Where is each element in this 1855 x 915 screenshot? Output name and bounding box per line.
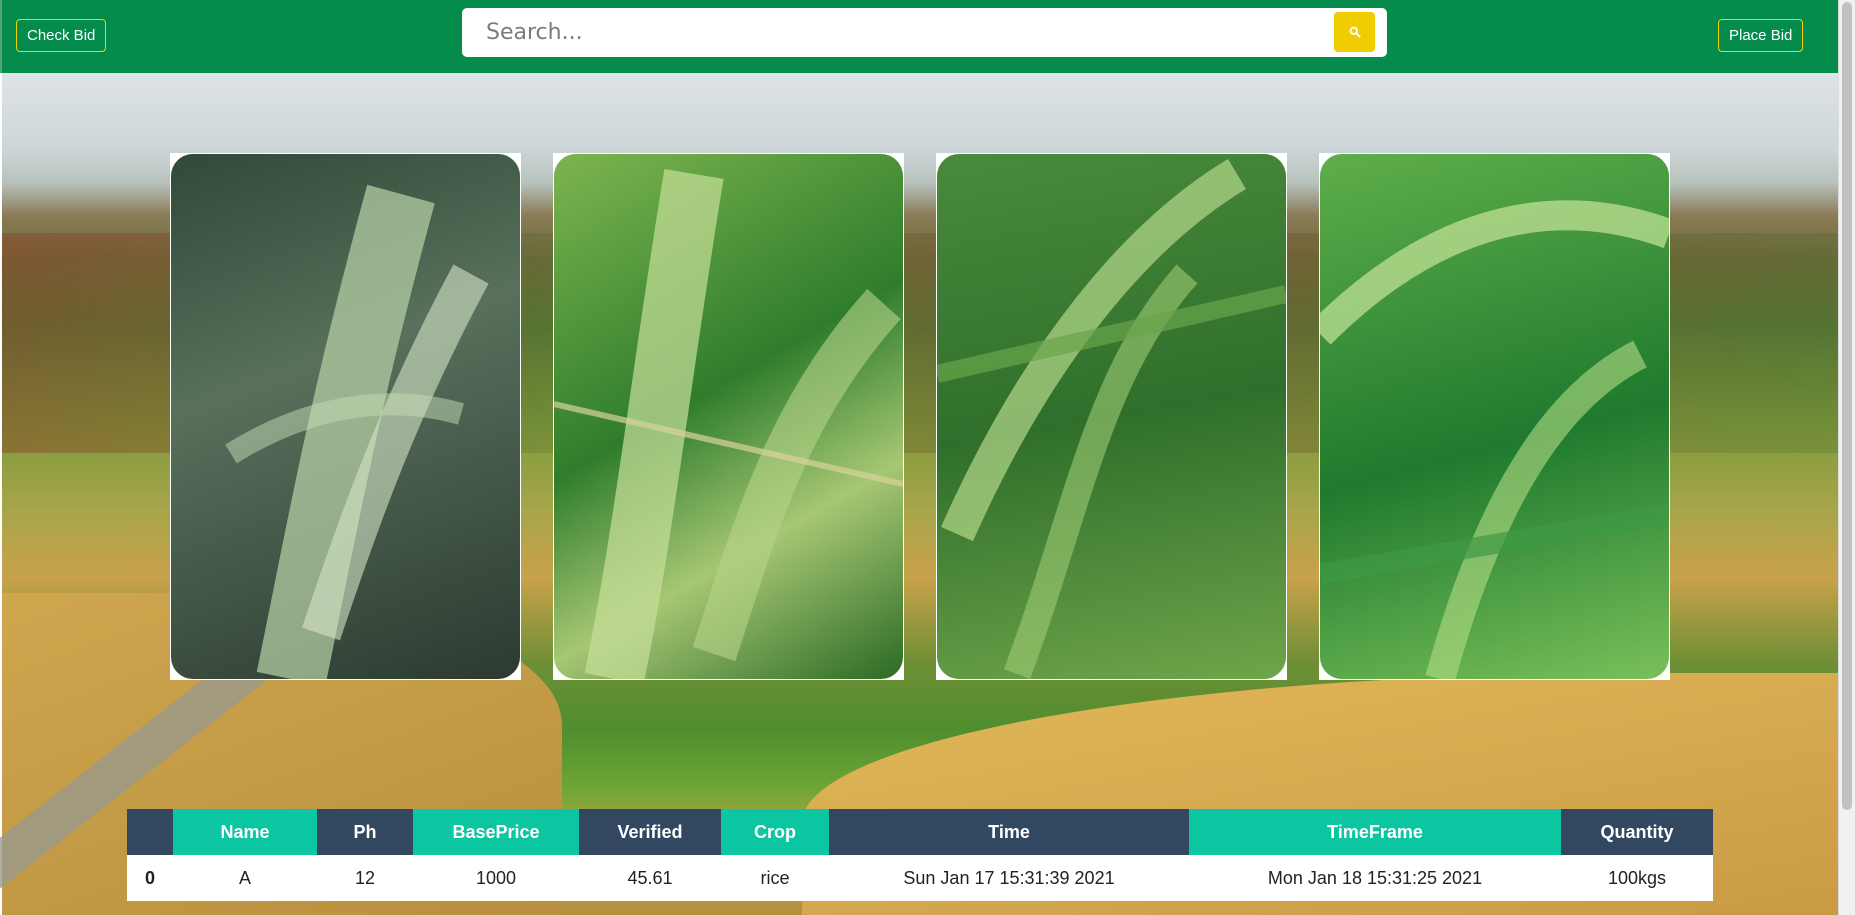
scrollbar-thumb[interactable] — [1842, 2, 1852, 810]
bids-table: Name Ph BasePrice Verified Crop Time Tim… — [127, 809, 1713, 901]
table-header-row: Name Ph BasePrice Verified Crop Time Tim… — [127, 809, 1713, 855]
cell-crop: rice — [721, 855, 829, 901]
column-header-time: Time — [829, 809, 1189, 855]
crop-card[interactable] — [936, 153, 1287, 680]
page: Check Bid Place Bid — [0, 0, 1838, 915]
column-header-crop: Crop — [721, 809, 829, 855]
table-row[interactable]: 0 A 12 1000 45.61 rice Sun Jan 17 15:31:… — [127, 855, 1713, 901]
cell-baseprice: 1000 — [413, 855, 579, 901]
search-bar — [462, 8, 1387, 57]
column-header-timeframe: TimeFrame — [1189, 809, 1561, 855]
column-header-baseprice: BasePrice — [413, 809, 579, 855]
search-button[interactable] — [1334, 12, 1375, 52]
cell-verified: 45.61 — [579, 855, 721, 901]
search-icon — [1349, 26, 1361, 38]
rice-flower-image — [171, 154, 520, 679]
vertical-scrollbar[interactable] — [1838, 0, 1855, 915]
cell-time: Sun Jan 17 15:31:39 2021 — [829, 855, 1189, 901]
rice-grain-image — [554, 154, 903, 679]
rice-plant-image — [937, 154, 1286, 679]
cell-ph: 12 — [317, 855, 413, 901]
column-header-name: Name — [173, 809, 317, 855]
cell-quantity: 100kgs — [1561, 855, 1713, 901]
cell-name: A — [173, 855, 317, 901]
column-header-verified: Verified — [579, 809, 721, 855]
column-header-index — [127, 809, 173, 855]
place-bid-button[interactable]: Place Bid — [1718, 19, 1804, 52]
column-header-ph: Ph — [317, 809, 413, 855]
cell-index: 0 — [127, 855, 173, 901]
rice-panicle-image — [1320, 154, 1669, 679]
cell-timeframe: Mon Jan 18 15:31:25 2021 — [1189, 855, 1561, 901]
crop-card[interactable] — [1319, 153, 1670, 680]
navbar: Check Bid Place Bid — [0, 0, 1838, 73]
crop-card[interactable] — [553, 153, 904, 680]
search-input[interactable] — [462, 8, 1322, 57]
crop-card[interactable] — [170, 153, 521, 680]
column-header-quantity: Quantity — [1561, 809, 1713, 855]
check-bid-button[interactable]: Check Bid — [16, 19, 107, 52]
